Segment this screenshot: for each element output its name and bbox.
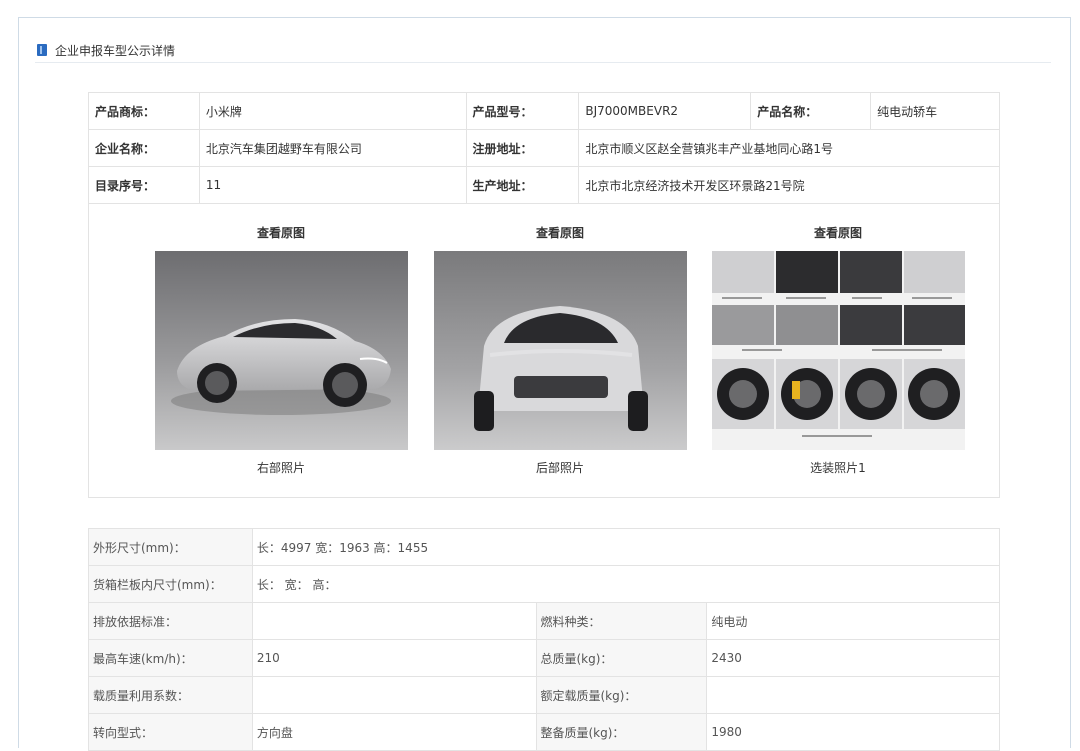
catalog-value: 11 (198, 166, 467, 204)
load-factor-label: 载质量利用系数： (88, 676, 253, 714)
trademark-value: 小米牌 (198, 92, 467, 130)
table-row: 外形尺寸(mm)： 长：4997 宽：1963 高：1455 (88, 528, 1001, 566)
photo-caption: 选装照片1 (810, 461, 866, 475)
company-label: 企业名称： (88, 129, 200, 167)
table-row: 最高车速(km/h)： 210 总质量(kg)： 2430 (88, 639, 1000, 677)
photo-gallery: 查看原图 右部照片 查看原图 后部照片 查看原图 选装照片1 (88, 201, 1000, 498)
spec-table: 外形尺寸(mm)： 长：4997 宽：1963 高：1455 货箱栏板内尺寸(m… (88, 528, 1001, 751)
company-value: 北京汽车集团越野车有限公司 (198, 129, 467, 167)
view-original-link[interactable]: 查看原图 (425, 223, 695, 243)
car-rear-photo[interactable] (433, 251, 687, 450)
section-header: 企业申报车型公示详情 (37, 40, 175, 60)
product-name-label: 产品名称： (750, 92, 872, 130)
steering-label: 转向型式： (88, 713, 253, 751)
book-icon (37, 44, 47, 56)
cargo-value: 长： 宽： 高： (251, 565, 1001, 603)
header-divider (35, 62, 1051, 63)
speed-value: 210 (251, 639, 537, 677)
model-value: BJ7000MBEVR2 (578, 92, 752, 130)
load-factor-value (251, 676, 537, 714)
emission-label: 排放依据标准： (88, 602, 253, 640)
model-label: 产品型号： (465, 92, 580, 130)
section-title: 企业申报车型公示详情 (55, 43, 176, 58)
curb-mass-value: 1980 (706, 713, 1000, 751)
dims-value: 长：4997 宽：1963 高：1455 (251, 528, 1001, 566)
table-row: 目录序号： 11 生产地址： 北京市北京经济技术开发区环景路21号院 (88, 166, 1000, 204)
table-row: 转向型式： 方向盘 整备质量(kg)： 1980 (88, 713, 1000, 751)
rated-load-value (706, 676, 1000, 714)
total-mass-value: 2430 (706, 639, 1000, 677)
table-row: 排放依据标准： 燃料种类： 纯电动 (88, 602, 1000, 640)
rated-load-label: 额定载质量(kg)： (535, 676, 708, 714)
table-row: 载质量利用系数： 额定载质量(kg)： (88, 676, 1000, 714)
fuel-label: 燃料种类： (535, 602, 708, 640)
view-original-link[interactable]: 查看原图 (146, 223, 416, 243)
reg-addr-value: 北京市顺义区赵全营镇兆丰产业基地同心路1号 (578, 129, 1000, 167)
product-name-value: 纯电动轿车 (870, 92, 1000, 130)
total-mass-label: 总质量(kg)： (535, 639, 708, 677)
dims-label: 外形尺寸(mm)： (88, 528, 253, 566)
photo-card-optional: 查看原图 选装照片1 (703, 223, 973, 476)
photo-card-rear: 查看原图 后部照片 (425, 223, 695, 476)
prod-addr-label: 生产地址： (465, 166, 580, 204)
optional-parts-photo[interactable] (711, 251, 965, 450)
table-row: 产品商标： 小米牌 产品型号： BJ7000MBEVR2 产品名称： 纯电动轿车 (88, 92, 1000, 130)
cargo-label: 货箱栏板内尺寸(mm)： (88, 565, 253, 603)
table-row: 货箱栏板内尺寸(mm)： 长： 宽： 高： (88, 565, 1001, 603)
steering-value: 方向盘 (251, 713, 537, 751)
photo-caption: 后部照片 (535, 461, 584, 475)
fuel-value: 纯电动 (706, 602, 1000, 640)
view-original-link[interactable]: 查看原图 (703, 223, 973, 243)
catalog-label: 目录序号： (88, 166, 200, 204)
trademark-label: 产品商标： (88, 92, 200, 130)
speed-label: 最高车速(km/h)： (88, 639, 253, 677)
table-row: 企业名称： 北京汽车集团越野车有限公司 注册地址： 北京市顺义区赵全营镇兆丰产业… (88, 129, 1000, 167)
emission-value (251, 602, 537, 640)
car-right-photo[interactable] (154, 251, 408, 450)
reg-addr-label: 注册地址： (465, 129, 580, 167)
curb-mass-label: 整备质量(kg)： (535, 713, 708, 751)
photo-card-right: 查看原图 右部照片 (146, 223, 416, 476)
product-info-table: 产品商标： 小米牌 产品型号： BJ7000MBEVR2 产品名称： 纯电动轿车… (88, 92, 1000, 204)
photo-caption: 右部照片 (256, 461, 305, 475)
prod-addr-value: 北京市北京经济技术开发区环景路21号院 (578, 166, 1000, 204)
